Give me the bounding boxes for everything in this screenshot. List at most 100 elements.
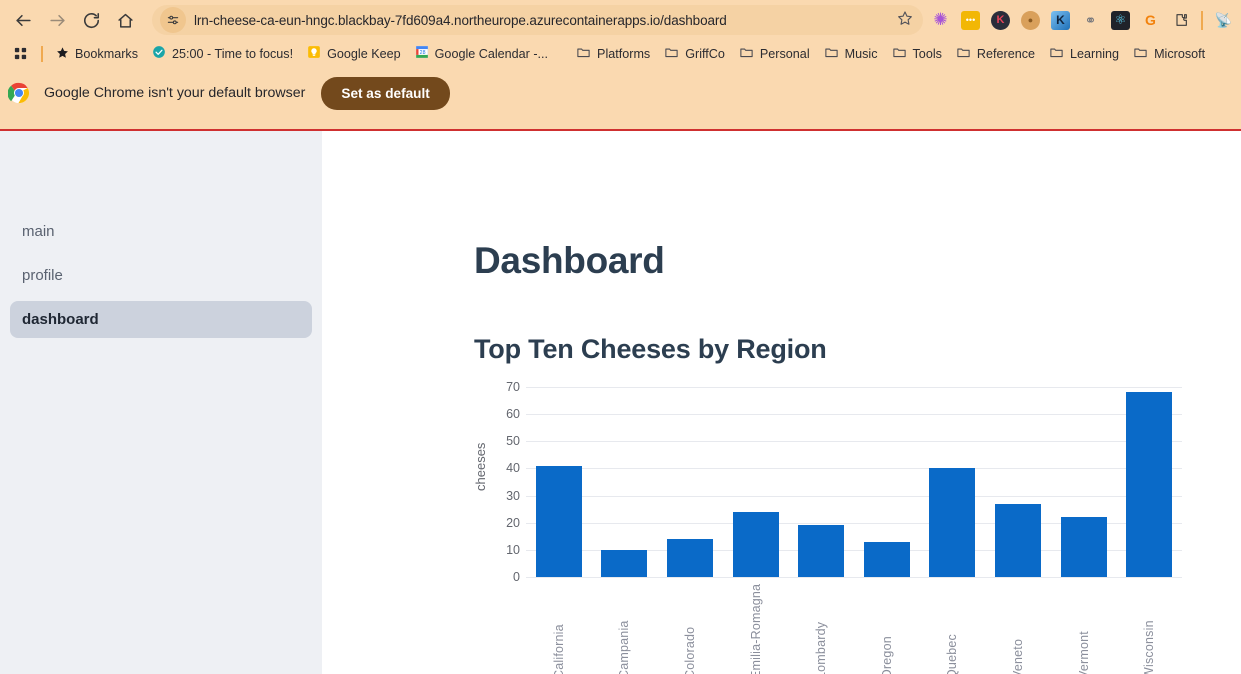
gear-extension-icon[interactable]: ✺ [931, 11, 950, 30]
chrome-logo-icon [7, 82, 30, 104]
set-as-default-button[interactable]: Set as default [321, 76, 450, 110]
bookmark-label: Learning [1070, 46, 1120, 61]
x-tick-slot: California [526, 583, 592, 674]
browser-toolbar: lrn-cheese-ca-eun-hngc.blackbay-7fd609a4… [0, 0, 1241, 40]
bookmark-item-bookmarks[interactable]: Bookmarks [49, 43, 145, 65]
bar[interactable] [863, 541, 910, 577]
bar-slot [985, 387, 1051, 577]
kicad-extension-icon[interactable]: K [1051, 10, 1070, 30]
sidebar-item-dashboard[interactable]: dashboard [10, 301, 312, 338]
x-tick-slot: Wisconsin [1116, 583, 1182, 674]
bookmark-label: Reference [976, 46, 1036, 61]
bookmark-label: Personal [759, 46, 810, 61]
svg-text:28: 28 [419, 50, 425, 56]
y-axis-ticks: 0 10 20 30 40 50 60 70 [492, 380, 520, 584]
notes-extension-icon[interactable]: ••• [961, 10, 980, 30]
back-arrow-icon[interactable] [6, 3, 40, 37]
star-icon [56, 46, 69, 62]
folder-icon [664, 45, 679, 63]
bar[interactable] [798, 525, 845, 577]
bar[interactable] [929, 468, 976, 577]
x-tick-label: Campania [617, 620, 632, 674]
y-tick-label: 60 [506, 407, 520, 422]
bookmark-item-google-keep[interactable]: Google Keep [300, 42, 408, 65]
bookmark-item-time-to-focus[interactable]: 25:00 - Time to focus! [145, 42, 300, 65]
x-tick-label: Vermont [1076, 631, 1091, 674]
bookmark-folder-griffco[interactable]: GriffCo [657, 42, 732, 66]
main-content: Dashboard Top Ten Cheeses by Region chee… [322, 131, 1241, 674]
y-tick-label: 0 [513, 570, 520, 584]
x-tick-slot: Veneto [985, 583, 1051, 674]
x-tick-slot: Colorado [657, 583, 723, 674]
check-circle-icon [152, 45, 166, 62]
calendar-icon: 28 [415, 45, 429, 62]
y-tick-label: 10 [506, 542, 520, 557]
extensions-puzzle-icon[interactable] [1171, 11, 1190, 30]
bookmark-folder-microsoft[interactable]: Microsoft [1126, 42, 1212, 66]
home-icon[interactable] [108, 3, 142, 37]
bar[interactable] [601, 549, 648, 577]
x-tick-label: Oregon [879, 636, 894, 674]
y-tick-label: 40 [506, 461, 520, 476]
chart-title: Top Ten Cheeses by Region [474, 334, 827, 364]
bookmark-folder-learning[interactable]: Learning [1042, 42, 1126, 66]
bookmark-label: GriffCo [685, 46, 725, 61]
y-tick-label: 50 [506, 434, 520, 449]
bookmark-label: Google Keep [327, 46, 401, 61]
bookmark-folder-reference[interactable]: Reference [949, 42, 1042, 66]
y-tick-label: 70 [506, 380, 520, 394]
x-tick-slot: Vermont [1051, 583, 1117, 674]
bookmark-folder-tools[interactable]: Tools [885, 42, 949, 66]
page-body: main profile dashboard Dashboard Top Ten… [0, 131, 1241, 674]
folder-icon [1133, 45, 1148, 63]
bar-slot [1116, 387, 1182, 577]
raccoon-extension-icon[interactable]: ⚭ [1081, 11, 1100, 30]
forward-arrow-icon[interactable] [40, 3, 74, 37]
x-tick-label: California [551, 624, 566, 674]
grammarly-extension-icon[interactable]: G [1141, 11, 1160, 30]
page-title: Dashboard [474, 240, 665, 281]
bar[interactable] [732, 511, 779, 577]
bookmark-folder-platforms[interactable]: Platforms [569, 42, 657, 66]
site-settings-icon[interactable] [160, 7, 186, 33]
bookmark-item-google-calendar[interactable]: 28 Google Calendar -... [408, 42, 555, 65]
bar[interactable] [667, 539, 713, 577]
apps-grid-icon[interactable] [6, 43, 35, 64]
star-outline-icon[interactable] [897, 10, 913, 31]
keep-bulb-icon [307, 45, 321, 62]
reload-icon[interactable] [74, 3, 108, 37]
bar-slot [854, 387, 920, 577]
bar[interactable] [995, 503, 1041, 577]
bookmark-folder-music[interactable]: Music [817, 42, 885, 66]
address-bar[interactable]: lrn-cheese-ca-eun-hngc.blackbay-7fd609a4… [152, 5, 923, 35]
bar-slot [526, 387, 592, 577]
bookmark-label: Tools [912, 46, 942, 61]
folder-icon [1049, 45, 1064, 63]
bookmark-label: Music [844, 46, 878, 61]
bookmarks-bar: Bookmarks 25:00 - Time to focus! Google … [0, 40, 1241, 67]
x-tick-label: Colorado [682, 626, 697, 674]
x-tick-label: Quebec [945, 634, 960, 674]
default-browser-banner: Google Chrome isn't your default browser… [0, 67, 1241, 119]
folder-icon [824, 45, 839, 63]
bar[interactable] [1126, 392, 1173, 577]
x-tick-label: Emilia-Romagna [748, 583, 763, 674]
bookmark-folder-personal[interactable]: Personal [732, 42, 817, 66]
k-circle-extension-icon[interactable]: K [991, 10, 1010, 30]
folder-icon [956, 45, 971, 63]
sidebar-item-profile[interactable]: profile [10, 257, 312, 294]
extension-icons: ✺ ••• K ● K ⚭ ⚛ G 📡 [931, 10, 1235, 30]
x-axis-labels: California Campania Colorado Emilia-Romagna… [526, 583, 1182, 674]
cookie-extension-icon[interactable]: ● [1021, 10, 1040, 30]
bar[interactable] [1060, 517, 1107, 577]
bookmark-label: Microsoft [1154, 46, 1206, 61]
rss-feed-icon[interactable]: 📡 [1214, 11, 1233, 30]
x-tick-slot: Oregon [854, 583, 920, 674]
bar[interactable] [535, 465, 582, 577]
react-devtools-extension-icon[interactable]: ⚛ [1111, 10, 1130, 30]
y-axis-title: cheeses [473, 442, 488, 491]
plot-area [526, 387, 1182, 578]
bookmark-label: Bookmarks [75, 46, 138, 61]
sidebar-nav: main profile dashboard [0, 131, 322, 674]
sidebar-item-main[interactable]: main [10, 213, 312, 250]
